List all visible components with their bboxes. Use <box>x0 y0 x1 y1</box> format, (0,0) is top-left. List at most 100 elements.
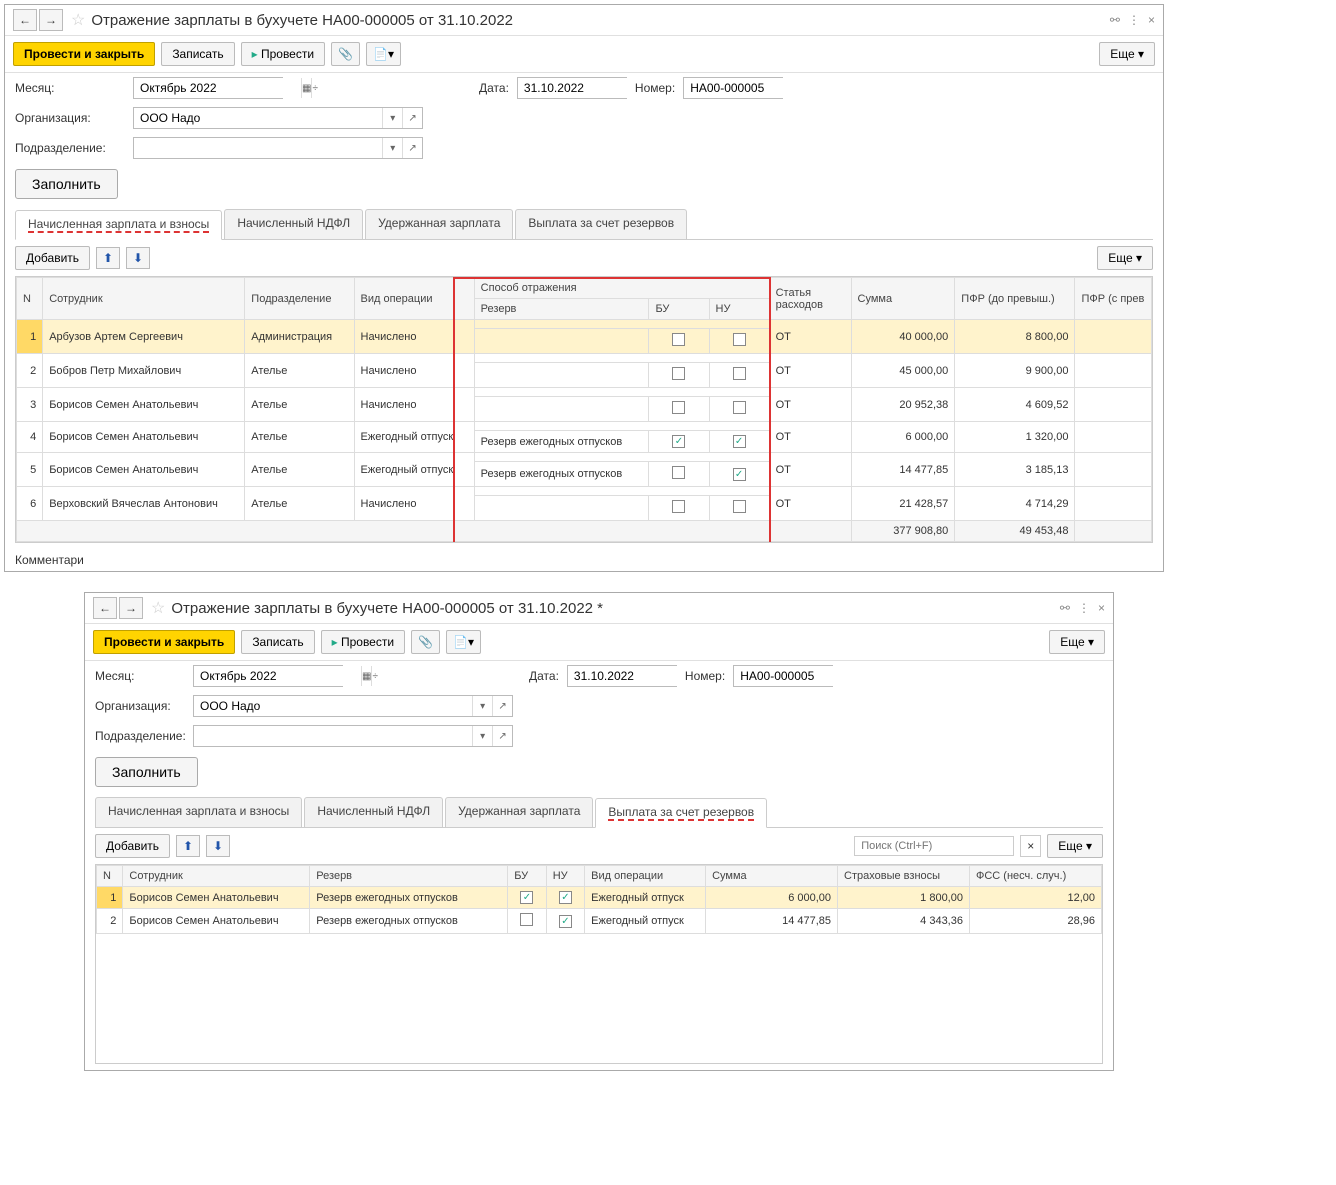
tab-reserve-payout[interactable]: Выплата за счет резервов <box>515 209 687 239</box>
post-close-button[interactable]: Провести и закрыть <box>93 630 235 654</box>
write-button[interactable]: Записать <box>241 630 314 654</box>
tab-accrued-salary[interactable]: Начисленная зарплата и взносы <box>95 797 302 827</box>
checkbox[interactable] <box>733 401 746 414</box>
dropdown-icon[interactable]: ▾ <box>382 138 402 158</box>
more-button[interactable]: Еще ▾ <box>1099 42 1155 66</box>
col-dept[interactable]: Подразделение <box>245 278 354 320</box>
star-icon[interactable]: ☆ <box>151 598 165 618</box>
menu-icon[interactable]: ⋮ <box>1078 601 1090 615</box>
fill-button[interactable]: Заполнить <box>95 757 198 787</box>
move-down-button[interactable]: ⬇ <box>206 835 230 857</box>
clear-search-button[interactable]: × <box>1020 835 1041 857</box>
table-more-button[interactable]: Еще ▾ <box>1097 246 1153 270</box>
table-row[interactable]: 3 Борисов Семен АнатольевичАтельеНачисле… <box>17 388 1152 397</box>
table-row[interactable]: 6 Верховский Вячеслав АнтоновичАтельеНач… <box>17 487 1152 496</box>
col-reserve[interactable]: Резерв <box>310 866 508 887</box>
col-bu[interactable]: БУ <box>649 299 709 320</box>
dropdown-icon[interactable]: ▾ <box>472 696 492 716</box>
col-fss[interactable]: ФСС (несч. случ.) <box>969 866 1101 887</box>
move-down-button[interactable]: ⬇ <box>126 247 150 269</box>
search-input[interactable] <box>854 836 1014 856</box>
checkbox[interactable]: ✓ <box>559 891 572 904</box>
checkbox[interactable]: ✓ <box>733 468 746 481</box>
month-input[interactable] <box>194 666 361 686</box>
checkbox[interactable] <box>672 500 685 513</box>
col-reserve[interactable]: Резерв <box>474 299 649 320</box>
menu-icon[interactable]: ⋮ <box>1128 13 1140 27</box>
open-icon[interactable]: ↗ <box>402 108 422 128</box>
post-close-button[interactable]: Провести и закрыть <box>13 42 155 66</box>
col-sum[interactable]: Сумма <box>851 278 955 320</box>
more-button[interactable]: Еще ▾ <box>1049 630 1105 654</box>
checkbox[interactable]: ✓ <box>520 891 533 904</box>
col-nu[interactable]: НУ <box>546 866 584 887</box>
open-icon[interactable]: ↗ <box>492 726 512 746</box>
col-pfr-above[interactable]: ПФР (с прев <box>1075 278 1152 320</box>
extra-button[interactable]: 📄▾ <box>366 42 401 66</box>
tab-ndfl[interactable]: Начисленный НДФЛ <box>304 797 443 827</box>
checkbox[interactable] <box>733 500 746 513</box>
checkbox[interactable] <box>733 333 746 346</box>
col-ins[interactable]: Страховые взносы <box>838 866 970 887</box>
col-op[interactable]: Вид операции <box>585 866 706 887</box>
checkbox[interactable]: ✓ <box>733 435 746 448</box>
calendar-icon[interactable]: ▦ <box>301 78 311 98</box>
checkbox[interactable] <box>672 466 685 479</box>
col-op[interactable]: Вид операции <box>354 278 474 320</box>
tab-reserve-payout[interactable]: Выплата за счет резервов <box>595 798 767 828</box>
link-icon[interactable]: ⚯ <box>1060 601 1070 615</box>
nav-back-button[interactable]: ← <box>93 597 117 619</box>
dept-input[interactable] <box>134 138 382 158</box>
post-button[interactable]: ▸ Провести <box>321 630 405 654</box>
table-row[interactable]: 2 Борисов Семен АнатольевичРезерв ежегод… <box>97 909 1102 934</box>
tab-accrued-salary[interactable]: Начисленная зарплата и взносы <box>15 210 222 240</box>
tab-ndfl[interactable]: Начисленный НДФЛ <box>224 209 363 239</box>
col-emp[interactable]: Сотрудник <box>123 866 310 887</box>
fill-button[interactable]: Заполнить <box>15 169 118 199</box>
dept-input[interactable] <box>194 726 472 746</box>
extra-button[interactable]: 📄▾ <box>446 630 481 654</box>
checkbox[interactable] <box>733 367 746 380</box>
attach-button[interactable]: 📎 <box>331 42 360 66</box>
org-input[interactable] <box>194 696 472 716</box>
stepper-icon[interactable]: ÷ <box>371 666 378 686</box>
nav-forward-button[interactable]: → <box>119 597 143 619</box>
col-n[interactable]: N <box>17 278 43 320</box>
col-sum[interactable]: Сумма <box>706 866 838 887</box>
checkbox[interactable] <box>672 333 685 346</box>
col-refl[interactable]: Способ отражения <box>474 278 769 299</box>
move-up-button[interactable]: ⬆ <box>176 835 200 857</box>
dropdown-icon[interactable]: ▾ <box>382 108 402 128</box>
checkbox[interactable] <box>520 913 533 926</box>
dropdown-icon[interactable]: ▾ <box>472 726 492 746</box>
checkbox[interactable] <box>672 401 685 414</box>
table-row[interactable]: 1 Борисов Семен АнатольевичРезерв ежегод… <box>97 887 1102 909</box>
col-bu[interactable]: БУ <box>508 866 546 887</box>
write-button[interactable]: Записать <box>161 42 234 66</box>
number-input[interactable] <box>684 78 851 98</box>
org-input[interactable] <box>134 108 382 128</box>
add-button[interactable]: Добавить <box>95 834 170 858</box>
open-icon[interactable]: ↗ <box>492 696 512 716</box>
checkbox[interactable] <box>672 367 685 380</box>
attach-button[interactable]: 📎 <box>411 630 440 654</box>
move-up-button[interactable]: ⬆ <box>96 247 120 269</box>
tab-withheld[interactable]: Удержанная зарплата <box>365 209 513 239</box>
col-nu[interactable]: НУ <box>709 299 769 320</box>
number-input[interactable] <box>734 666 901 686</box>
tab-withheld[interactable]: Удержанная зарплата <box>445 797 593 827</box>
nav-back-button[interactable]: ← <box>13 9 37 31</box>
col-n[interactable]: N <box>97 866 123 887</box>
col-cost[interactable]: Статья расходов <box>769 278 851 320</box>
stepper-icon[interactable]: ÷ <box>311 78 318 98</box>
nav-forward-button[interactable]: → <box>39 9 63 31</box>
table-row[interactable]: 4 Борисов Семен АнатольевичАтельеЕжегодн… <box>17 422 1152 431</box>
checkbox[interactable]: ✓ <box>559 915 572 928</box>
star-icon[interactable]: ☆ <box>71 10 85 30</box>
col-pfr-below[interactable]: ПФР (до превыш.) <box>955 278 1075 320</box>
open-icon[interactable]: ↗ <box>402 138 422 158</box>
table-more-button[interactable]: Еще ▾ <box>1047 834 1103 858</box>
close-icon[interactable]: × <box>1148 13 1155 27</box>
checkbox[interactable]: ✓ <box>672 435 685 448</box>
month-input[interactable] <box>134 78 301 98</box>
